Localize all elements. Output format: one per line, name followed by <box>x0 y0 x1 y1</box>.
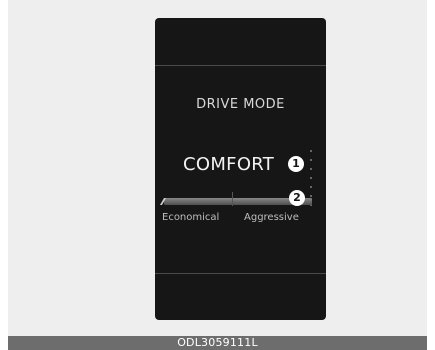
slider-center-divider <box>232 192 233 206</box>
bottom-divider <box>155 273 326 274</box>
figure-frame: DRIVE MODE COMFORT 1 2 Economical Aggres… <box>8 0 427 336</box>
top-divider <box>155 65 326 66</box>
figure-caption: ODL3059111L <box>8 336 427 350</box>
scroll-dot <box>310 168 312 170</box>
selected-mode-value: COMFORT <box>183 154 275 175</box>
callout-marker-1: 1 <box>288 156 304 172</box>
cluster-display: DRIVE MODE COMFORT 1 2 Economical Aggres… <box>155 18 326 320</box>
drive-mode-title: DRIVE MODE <box>196 97 285 112</box>
slider-label-economical: Economical <box>162 212 220 223</box>
scroll-dot <box>310 186 312 188</box>
scroll-dot <box>310 159 312 161</box>
scroll-dot <box>310 150 312 152</box>
callout-marker-2: 2 <box>289 190 305 206</box>
slider-label-aggressive: Aggressive <box>244 212 299 223</box>
scroll-dot <box>310 195 312 197</box>
scroll-dot <box>310 177 312 179</box>
